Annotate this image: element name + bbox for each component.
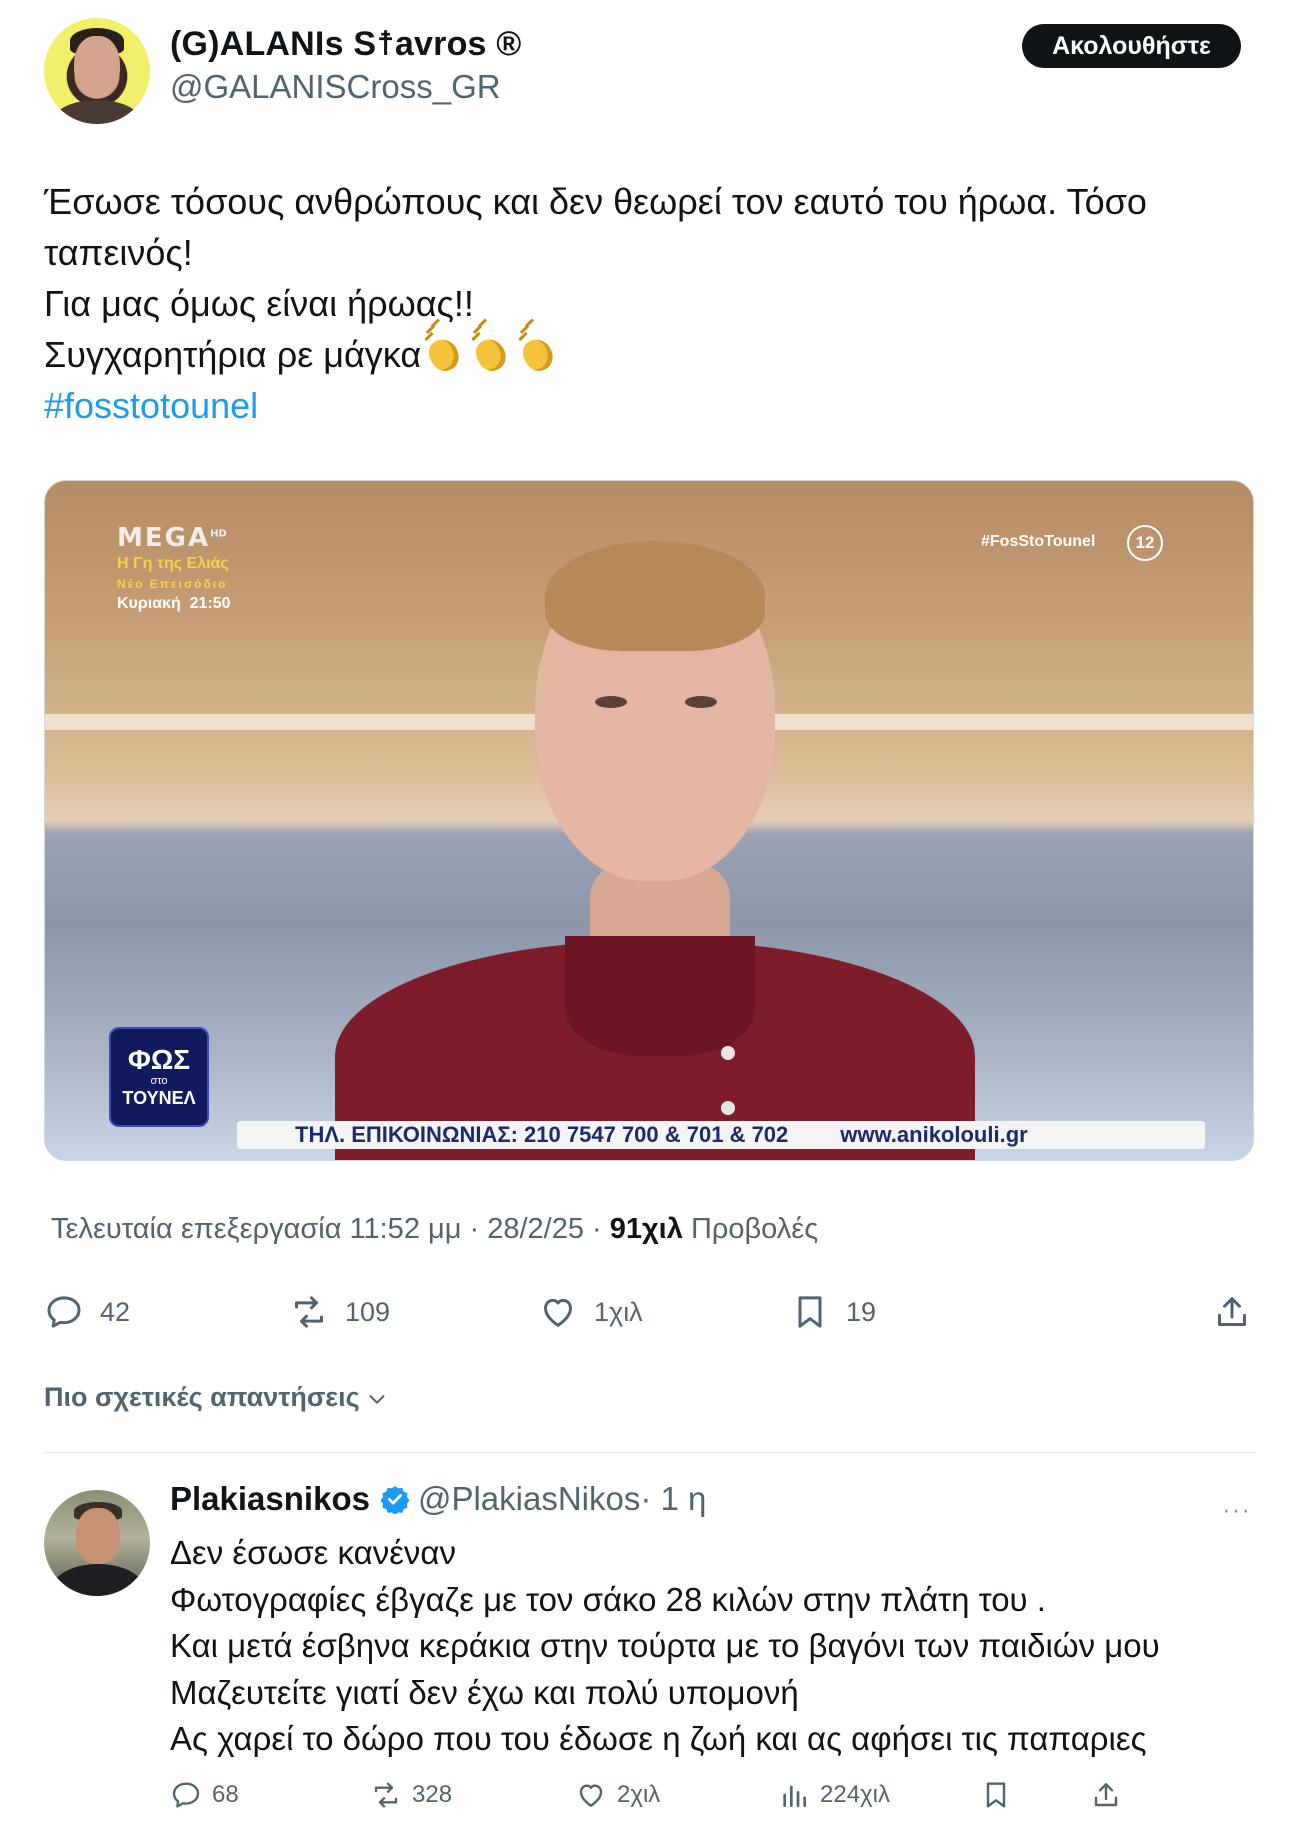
hashtag-overlay: #FosStoTounel (981, 533, 1096, 550)
tweet-line-text: Συγχαρητήρια ρε μάγκα (44, 334, 422, 375)
reply-button[interactable]: 42 (44, 1287, 130, 1337)
reply-action-bar: 68 328 2χιλ 224χιλ (170, 1775, 1170, 1815)
repost-icon (374, 1782, 398, 1808)
reply-header: Plakiasnikos @PlakiasNikos · 1 η (170, 1480, 706, 1518)
author-display-name[interactable]: (G)ALANIs S☨avros ® (170, 24, 522, 64)
reply-views-count: 224χιλ (820, 1781, 890, 1808)
hashtag-link[interactable]: #fosstotounel (44, 380, 1254, 431)
reply-like-button[interactable]: 2χιλ (575, 1775, 660, 1815)
reply-line: Και μετά έσβηνα κεράκια στην τούρτα με τ… (170, 1627, 1160, 1664)
reply-text: Δεν έσωσε κανέναν Φωτογραφίες έβγαζε με … (170, 1530, 1260, 1763)
tweet-line: Για μας όμως είναι ήρωας!! (44, 283, 474, 324)
views-label: Προβολές (690, 1213, 819, 1245)
reply-line: Δεν έσωσε κανέναν (170, 1534, 456, 1571)
heart-icon (579, 1784, 603, 1807)
promo-schedule: Κυριακή 21:50 (117, 595, 231, 613)
age-rating-badge: 12 (1127, 525, 1163, 561)
promo-day: Κυριακή (117, 595, 181, 612)
edited-timestamp[interactable]: Τελευταία επεξεργασία 11:52 μμ · 28/2/25 (51, 1213, 584, 1245)
like-count: 1χιλ (594, 1296, 643, 1327)
tweet-line-with-emoji: Συγχαρητήρια ρε μάγκα (44, 329, 1254, 380)
tweet-header: (G)ALANIs S☨avros ® @GALANISCross_GR Ακο… (44, 18, 1244, 128)
clapping-hands-icon (469, 333, 515, 373)
views-chart-icon (783, 1785, 806, 1807)
tweet-action-bar: 42 109 1χιλ 19 (44, 1287, 1254, 1337)
reply-time[interactable]: · 1 η (640, 1480, 706, 1518)
related-replies-toggle[interactable]: Πιο σχετικές απαντήσεις (44, 1382, 388, 1413)
channel-logo: MEGAHD (117, 523, 227, 553)
bookmark-button[interactable]: 19 (790, 1287, 876, 1337)
avatar-shoulders (54, 100, 140, 124)
channel-hd-label: HD (210, 528, 227, 540)
reply-icon (172, 1782, 200, 1808)
avatar-face (74, 36, 120, 98)
chevron-down-icon (369, 1395, 385, 1404)
author-avatar[interactable] (44, 18, 150, 124)
reply-reply-count: 68 (212, 1781, 239, 1808)
avatar-face (76, 1508, 120, 1564)
person-hair (545, 541, 765, 651)
meta-separator: · (583, 1213, 610, 1245)
clapping-hands-icon (516, 333, 562, 373)
like-button[interactable]: 1χιλ (538, 1287, 643, 1337)
ticker-url: www.anikolouli.gr (840, 1122, 1028, 1147)
views-count: 91χιλ (609, 1213, 683, 1245)
person-eye-right (685, 696, 717, 708)
tweet-line: ταπεινός! (44, 232, 193, 273)
news-ticker: ΤΗΛ. ΕΠΙΚΟΙΝΩΝΙΑΣ: 210 7547 700 & 701 & … (237, 1121, 1205, 1149)
heart-icon (544, 1298, 572, 1327)
bookmark-icon (986, 1782, 1006, 1808)
bookmark-icon (798, 1296, 822, 1328)
shirt-button (721, 1101, 735, 1115)
more-options-icon[interactable]: ··· (1222, 1494, 1251, 1525)
share-icon (1094, 1783, 1118, 1807)
reply-display-name[interactable]: Plakiasnikos (170, 1480, 370, 1518)
author-handle[interactable]: @GALANISCross_GR (170, 68, 501, 106)
reply-like-count: 2χιλ (617, 1781, 661, 1808)
reply-line: Ας χαρεί το δώρο που του έδωσε η ζωή και… (170, 1720, 1147, 1757)
bookmark-count: 19 (846, 1296, 877, 1327)
person-eye-left (595, 696, 627, 708)
repost-count: 109 (345, 1296, 391, 1327)
reply-count: 42 (100, 1296, 131, 1327)
reply-repost-count: 328 (412, 1781, 453, 1808)
reply-handle[interactable]: @PlakiasNikos (418, 1480, 640, 1518)
reply-bookmark-button[interactable] (980, 1775, 1022, 1815)
tweet-line: Έσωσε τόσους ανθρώπους και δεν θεωρεί το… (44, 181, 1147, 222)
tweet-media-image[interactable]: MEGAHD Η Γη της Ελιάς Νέο Επεισόδιο Κυρι… (44, 480, 1254, 1161)
reply-repost-button[interactable]: 328 (370, 1775, 452, 1815)
reply-reply-button[interactable]: 68 (170, 1775, 239, 1815)
clapping-hands-icon (422, 333, 468, 373)
show-logo-line1: ΦΩΣ (127, 1044, 191, 1075)
divider (44, 1452, 1256, 1453)
reply-line: Μαζευτείτε γιατί δεν έχω και πολύ υπομον… (170, 1673, 799, 1711)
reply-icon (47, 1296, 81, 1328)
avatar-body (52, 1564, 144, 1596)
show-logo-line3: ΤΟΥΝΕΛ (122, 1088, 196, 1108)
promo-show-title: Η Γη της Ελιάς (117, 555, 229, 572)
ticker-phone: ΤΗΛ. ΕΠΙΚΟΙΝΩΝΙΑΣ: 210 7547 700 & 701 & … (295, 1122, 789, 1147)
show-logo-line2: στο (150, 1075, 168, 1087)
repost-icon (295, 1296, 323, 1328)
tweet-text: Έσωσε τόσους ανθρώπους και δεν θεωρεί το… (44, 176, 1254, 431)
person-collar (565, 936, 755, 1056)
verified-badge-icon (380, 1485, 410, 1514)
promo-time: 21:50 (189, 595, 231, 612)
channel-logo-text: MEGA (117, 523, 211, 553)
share-icon (1218, 1297, 1246, 1326)
promo-subtitle: Νέο Επεισόδιο (117, 577, 228, 591)
reply-views-button[interactable]: 224χιλ (778, 1775, 890, 1815)
show-logo: ΦΩΣ στο ΤΟΥΝΕΛ (109, 1027, 209, 1127)
tweet-meta: Τελευταία επεξεργασία 11:52 μμ · 28/2/25… (51, 1213, 818, 1246)
reply-avatar[interactable] (44, 1490, 150, 1596)
follow-button[interactable]: Ακολουθήστε (1022, 24, 1241, 68)
shirt-button (721, 1046, 735, 1060)
repost-button[interactable]: 109 (289, 1287, 390, 1337)
share-button[interactable] (1212, 1287, 1268, 1337)
reply-share-button[interactable] (1090, 1775, 1132, 1815)
related-replies-label: Πιο σχετικές απαντήσεις (44, 1382, 360, 1412)
reply-line: Φωτογραφίες έβγαζε με τον σάκο 28 κιλών … (170, 1580, 1046, 1618)
